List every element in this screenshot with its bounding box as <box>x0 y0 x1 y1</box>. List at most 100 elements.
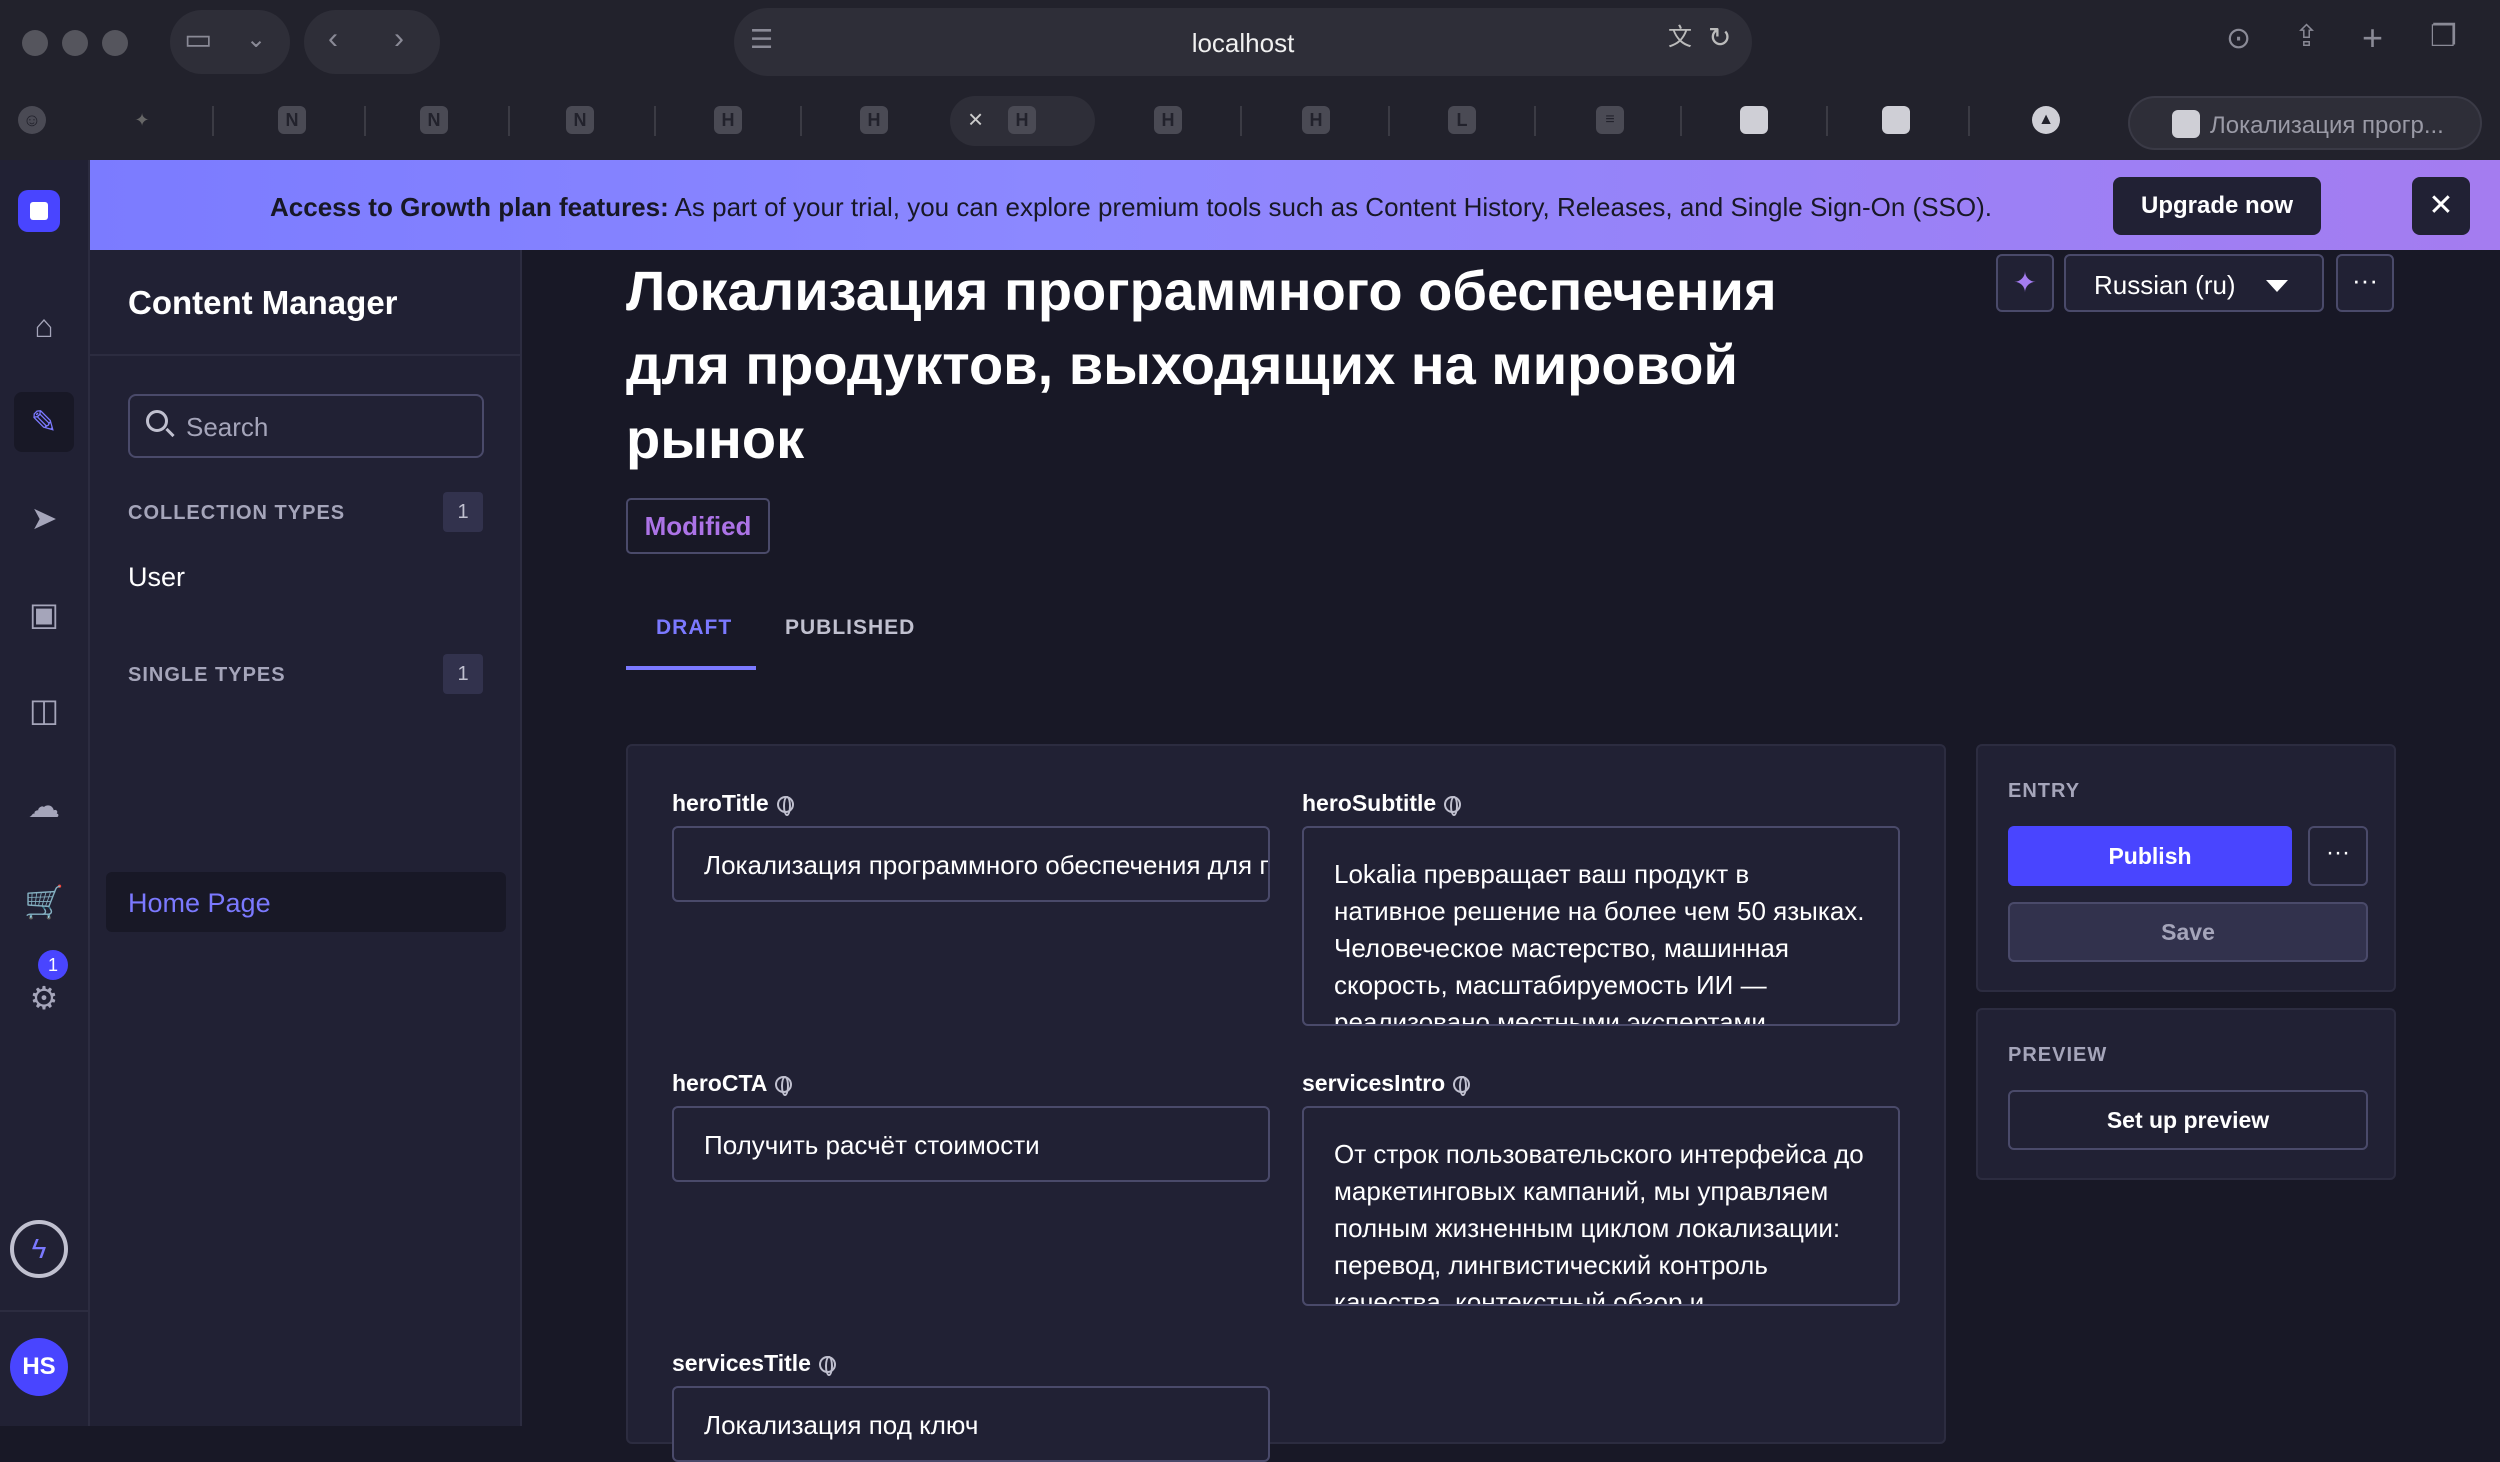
tab-favicon[interactable]: H <box>1302 106 1330 134</box>
search-input[interactable] <box>186 412 466 443</box>
save-button[interactable]: Save <box>2008 902 2368 962</box>
downloads-icon[interactable]: ⊙ <box>2226 24 2251 54</box>
banner-message-bold: Access to Growth plan features: <box>270 192 669 222</box>
share-icon[interactable]: ⇪ <box>2294 22 2319 52</box>
tab-bar <box>0 88 2500 160</box>
single-types-label: SINGLE TYPES <box>128 664 286 686</box>
home-icon[interactable]: ⌂ <box>14 296 74 356</box>
forward-icon[interactable]: › <box>394 24 404 54</box>
main-navigation: ⌂ ✎ ➤ ▣ ◫ ☁ 🛒 ⚙ 1 ϟ HS <box>0 160 90 1426</box>
address-bar[interactable]: ☰ localhost 文 ↻ <box>734 8 1752 76</box>
content-manager-icon[interactable]: ✎ <box>14 392 74 452</box>
last-tab[interactable]: Локализация прогр... <box>2128 96 2482 150</box>
tab-favicon[interactable]: N <box>420 106 448 134</box>
marketplace-cart-icon[interactable]: 🛒 <box>14 872 74 932</box>
tab-overview-icon[interactable]: ❐ <box>2430 22 2457 52</box>
reload-icon[interactable]: ↻ <box>1708 24 1731 52</box>
page-title: Локализация программного обеспечения для… <box>626 259 1777 470</box>
sidebar-icon[interactable]: ▭ <box>184 25 212 55</box>
settings-badge: 1 <box>38 950 68 980</box>
tab-favicon-document-icon[interactable]: ≡ <box>1596 106 1624 134</box>
collection-types-count: 1 <box>443 492 483 532</box>
entry-label: ENTRY <box>2008 780 2081 802</box>
tab-separator <box>654 106 656 136</box>
locale-value: Russian (ru) <box>2094 270 2236 300</box>
content-type-builder-icon[interactable]: ◫ <box>14 680 74 740</box>
window-close-button[interactable] <box>22 30 48 56</box>
ai-sparkle-button[interactable]: ✦ <box>1996 254 2054 312</box>
lightning-icon[interactable]: ϟ <box>10 1220 68 1278</box>
tab-separator <box>1826 106 1828 136</box>
tab-favicon-strapi-icon <box>2172 110 2200 138</box>
globe-icon <box>1444 796 1462 816</box>
tab-favicon-triangle-icon[interactable]: ▲ <box>2032 106 2060 134</box>
tab-separator <box>800 106 802 136</box>
cloud-icon[interactable]: ☁ <box>14 776 74 836</box>
back-icon[interactable]: ‹ <box>328 24 338 54</box>
sidebar-toggle-group[interactable]: ▭ ⌄ <box>170 10 290 74</box>
servicesintro-textarea[interactable]: От строк пользовательского интерфейса до… <box>1302 1106 1900 1306</box>
tab-close-icon[interactable]: × <box>968 106 983 132</box>
field-label-text: servicesIntro <box>1302 1070 1446 1096</box>
strapi-admin: ⌂ ✎ ➤ ▣ ◫ ☁ 🛒 ⚙ 1 ϟ HS Access to Growth … <box>0 160 2500 1462</box>
strapi-logo-icon[interactable] <box>18 190 60 232</box>
window-zoom-button[interactable] <box>102 30 128 56</box>
tab-favicon[interactable]: N <box>566 106 594 134</box>
field-label-herosubtitle: heroSubtitle <box>1302 790 1462 817</box>
tab-separator <box>508 106 510 136</box>
close-icon[interactable]: ✕ <box>2412 177 2470 235</box>
avatar[interactable]: HS <box>10 1338 68 1396</box>
tab-favicon[interactable]: N <box>278 106 306 134</box>
tab-favicon-strapi-icon[interactable] <box>1740 106 1768 134</box>
more-icon: ··· <box>2326 839 2350 866</box>
herocta-input[interactable]: Получить расчёт стоимости <box>672 1106 1270 1182</box>
fields-card: heroTitle Локализация программного обесп… <box>626 744 1946 1462</box>
translate-icon[interactable]: 文 <box>1668 26 1692 50</box>
herotitle-input[interactable]: Локализация программного обеспечения для… <box>672 826 1270 902</box>
locale-select[interactable]: Russian (ru) <box>2064 254 2324 312</box>
subnav-title: Content Manager <box>128 284 398 321</box>
tab-favicon-group-icon[interactable]: ☺ <box>18 106 46 134</box>
more-actions-button[interactable]: ··· <box>2336 254 2394 312</box>
browser-chrome: ▭ ⌄ ‹ › ☰ localhost 文 ↻ ⊙ ⇪ + ❐ ☺ ✦ N N … <box>0 0 2500 160</box>
window-minimize-button[interactable] <box>62 30 88 56</box>
set-up-preview-button[interactable]: Set up preview <box>2008 1090 2368 1150</box>
tab-separator <box>1388 106 1390 136</box>
herosubtitle-textarea[interactable]: Lokalia превращает ваш продукт в нативно… <box>1302 826 1900 1026</box>
nav-divider <box>0 1310 90 1312</box>
tab-favicon[interactable]: L <box>1448 106 1476 134</box>
tab-draft[interactable]: DRAFT <box>656 616 732 640</box>
tab-favicon[interactable]: H <box>1154 106 1182 134</box>
servicestitle-input[interactable]: Локализация под ключ <box>672 1386 1270 1462</box>
more-icon: ··· <box>2352 265 2378 295</box>
edit-view: Локализация программного обеспечения для… <box>524 250 2500 1462</box>
tab-favicon[interactable]: H <box>714 106 742 134</box>
tab-favicon[interactable]: H <box>860 106 888 134</box>
upgrade-now-button[interactable]: Upgrade now <box>2113 177 2321 235</box>
search-icon <box>146 410 168 432</box>
publish-button[interactable]: Publish <box>2008 826 2292 886</box>
globe-icon <box>776 796 794 816</box>
chevron-down-icon[interactable]: ⌄ <box>246 28 266 52</box>
tab-separator <box>1534 106 1536 136</box>
tab-separator <box>1968 106 1970 136</box>
field-label-text: heroTitle <box>672 790 769 816</box>
field-label-servicestitle: servicesTitle <box>672 1350 836 1377</box>
search-field[interactable] <box>128 394 484 458</box>
tab-published[interactable]: PUBLISHED <box>785 616 915 640</box>
media-library-icon[interactable]: ▣ <box>14 584 74 644</box>
entry-more-button[interactable]: ··· <box>2308 826 2368 886</box>
sidebar-item-home-page[interactable]: Home Page <box>106 872 506 932</box>
tab-separator <box>1680 106 1682 136</box>
tab-separator <box>364 106 366 136</box>
new-tab-icon[interactable]: + <box>2362 20 2383 56</box>
content-manager-subnav: Content Manager COLLECTION TYPES 1 User … <box>90 250 522 1426</box>
tab-favicon-strapi-icon[interactable] <box>1882 106 1910 134</box>
deploy-icon[interactable]: ➤ <box>14 488 74 548</box>
tab-favicon-sparkle-icon[interactable]: ✦ <box>128 106 156 134</box>
tab-separator <box>1240 106 1242 136</box>
sidebar-item-user[interactable]: User <box>128 562 185 593</box>
field-label-herotitle: heroTitle <box>672 790 794 817</box>
field-label-text: servicesTitle <box>672 1350 811 1376</box>
tab-favicon[interactable]: H <box>1008 106 1036 134</box>
